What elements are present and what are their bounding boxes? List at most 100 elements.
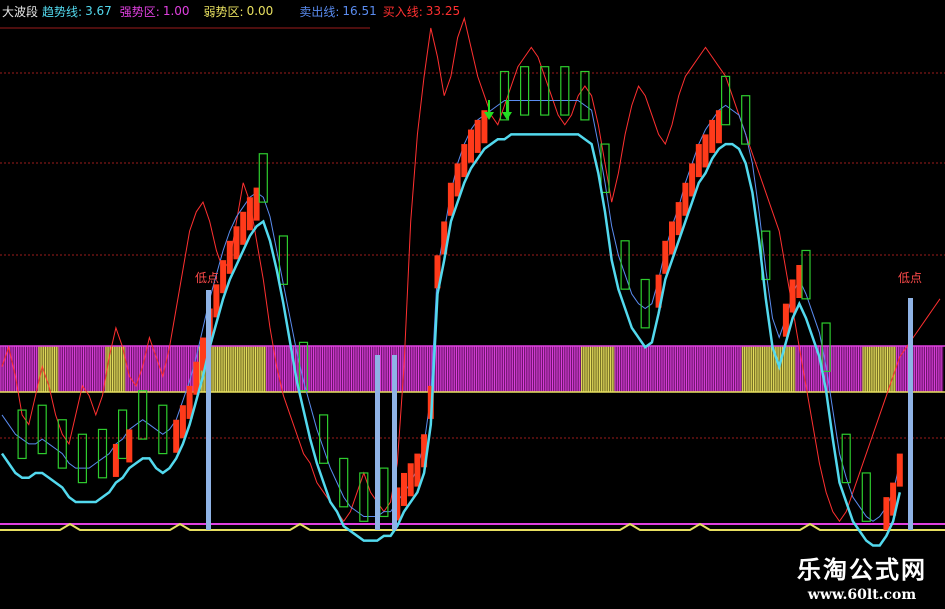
zone-cell [574,346,582,392]
zone-cell [742,346,750,392]
rising-candle [401,472,407,506]
zone-cell [836,346,843,392]
zone-cell [923,346,930,392]
zone-cell [481,346,488,392]
zone-cell [541,346,549,392]
rising-candle [240,211,247,245]
zone-cell [186,346,193,392]
hollow-candle [17,409,27,460]
rising-candle [126,429,133,463]
zone-cell [25,346,33,392]
zone-cell [414,346,421,392]
zone-cell [608,346,616,392]
rising-candle [407,463,414,497]
zone-cell [367,346,374,392]
zone-cell [440,346,448,392]
rising-candle [454,163,461,197]
rising-candle [695,144,702,178]
zone-cell [708,346,716,392]
zone-cell [635,346,642,392]
zone-cell [688,346,696,392]
rising-candle [468,129,474,163]
low-signal-bar-3 [908,298,913,530]
hollow-candle [77,433,88,484]
zone-cell [454,346,461,392]
hollow-candle [138,390,148,440]
zone-cell [527,346,535,392]
zone-cell [715,346,723,392]
rising-candle [461,144,468,178]
zone-cell [615,346,622,392]
zone-cell [648,346,656,392]
hollow-candle [540,66,550,116]
zone-cell [548,346,555,392]
zone-cell [809,346,817,392]
rising-candle [447,182,454,216]
rising-candle [883,497,890,531]
zone-cell [628,346,636,392]
zone-cell [588,346,595,392]
rising-candle [796,264,803,298]
zone-cell [722,346,729,392]
hollow-candle [339,457,349,508]
down-arrow-head-1 [502,112,512,120]
hollow-candle [580,70,590,121]
watermark-url: www.60lt.com [807,587,917,603]
zone-cell [146,346,153,392]
zone-cell [467,346,475,392]
zone-cell [112,346,120,392]
rising-candle [233,226,240,260]
zone-cell [487,346,495,392]
zone-cell [534,346,542,392]
zone-cell [869,346,877,392]
zone-cell [581,346,589,392]
watermark-title: 乐淘公式网 [797,556,927,584]
rising-candle [220,260,227,294]
zone-cell [507,346,515,392]
rising-candle [669,221,675,255]
legend-strong-label: 强势区: [119,4,160,19]
legend-bar: 大波段 趋势线: 3.67 强势区: 1.00 弱势区: 0.00 卖出线: 1… [0,0,460,22]
hollow-candle [379,467,389,518]
hollow-candle [519,66,530,116]
zone-cell [762,346,770,392]
zone-cell [795,346,803,392]
zone-cell [514,346,522,392]
zone-cell [219,346,227,392]
low-signal-bar-2 [392,355,397,530]
zone-cell [99,346,106,392]
zone-cell [380,346,388,392]
zone-cell [125,346,133,392]
hollow-candle [158,404,168,455]
zone-cell [601,346,609,392]
zone-cell [655,346,662,392]
zone-cell [856,346,863,392]
zone-cell [702,346,709,392]
zone-cell [842,346,850,392]
zone-cell [65,346,73,392]
legend-strong-value: 1.00 [162,4,190,18]
hollow-candle [640,278,650,329]
hollow-candle [741,95,751,145]
rising-candle [173,419,180,453]
zone-cell [152,346,160,392]
zone-cell [749,346,756,392]
legend-weak-value: 0.00 [246,4,274,18]
zone-cell [661,346,669,392]
zone-cell [407,346,415,392]
zone-cell [668,346,676,392]
zone-cell [594,346,602,392]
zone-cell [320,346,327,392]
zone-cell [58,346,66,392]
legend-trend-value: 3.67 [85,4,112,18]
rising-candle [689,163,696,197]
zone-cell [849,346,857,392]
zone-cell [139,346,147,392]
zone-cell [789,346,796,392]
zone-cell [353,346,361,392]
zone-cell [347,346,354,392]
hollow-candle [560,66,570,116]
hollow-candle [801,249,811,300]
zone-cell [521,346,528,392]
zone-cell [246,346,254,392]
